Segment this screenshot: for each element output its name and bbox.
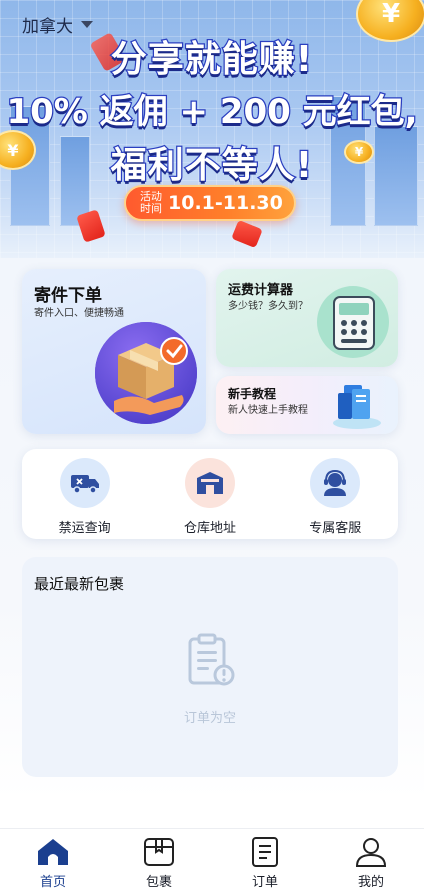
tab-label: 包裹	[145, 875, 172, 890]
tab-label: 我的	[357, 875, 384, 890]
books-icon	[333, 385, 381, 429]
tab-label: 首页	[39, 875, 66, 890]
ship-card-subtitle: 寄件入口、便捷畅通	[34, 308, 124, 319]
home-icon	[38, 839, 68, 865]
qa-icon-wrap	[59, 458, 110, 508]
qa-icon-wrap	[310, 458, 361, 508]
embargo-query-button[interactable]: 禁运查询	[30, 458, 140, 536]
qa-label: 仓库地址	[183, 521, 236, 536]
bottom-tab-bar: 首页 包裹 订单 我的	[0, 828, 424, 892]
calculator-icon	[317, 286, 389, 358]
user-icon	[355, 838, 387, 867]
banner-headline-3: 福利不等人!	[110, 144, 314, 188]
activity-dates: 10.1-11.30	[168, 192, 283, 214]
ship-order-card[interactable]: 寄件下单 寄件入口、便捷畅通	[22, 269, 206, 434]
qa-icon-wrap	[184, 458, 235, 508]
quick-actions-panel: 禁运查询 仓库地址 专属客服	[22, 449, 398, 539]
qa-label: 禁运查询	[58, 521, 111, 536]
warehouse-icon	[196, 472, 223, 494]
tab-label: 订单	[251, 875, 278, 890]
activity-label: 时间	[140, 202, 162, 215]
customer-service-button[interactable]: 专属客服	[280, 458, 390, 536]
fee-card-title: 运费计算器	[228, 283, 294, 298]
tab-home[interactable]: 首页	[13, 829, 93, 892]
caret-down-icon	[81, 21, 93, 28]
warehouse-address-button[interactable]: 仓库地址	[155, 458, 265, 536]
promo-banner[interactable]: ¥ ¥ ¥ 加拿大 分享就能赚! 10% 返佣 + 200 元红包, 福利不等人…	[0, 0, 424, 258]
qa-label: 专属客服	[309, 521, 362, 536]
fee-card-subtitle: 多少钱？多久到？	[228, 301, 308, 312]
banner-headline-1: 分享就能赚!	[110, 38, 314, 82]
guide-card-subtitle: 新人快速上手教程	[228, 405, 308, 416]
tab-orders[interactable]: 订单	[225, 829, 305, 892]
banner-headline-2: 10% 返佣 + 200 元红包,	[5, 91, 419, 134]
freight-calculator-card[interactable]: 运费计算器 多少钱？多久到？	[216, 269, 398, 367]
beginner-guide-card[interactable]: 新手教程 新人快速上手教程	[216, 376, 398, 434]
order-icon	[252, 837, 278, 867]
ship-card-title: 寄件下单	[34, 286, 102, 306]
activity-badge: 活动 时间 10.1-11.30	[124, 185, 296, 221]
tab-packages[interactable]: 包裹	[119, 829, 199, 892]
recent-packages-title: 最近最新包裹	[34, 575, 125, 593]
package-illustration-icon	[95, 322, 197, 424]
package-icon	[144, 838, 174, 866]
headset-icon	[324, 469, 347, 496]
recent-packages-panel: 最近最新包裹 订单为空	[22, 557, 398, 777]
empty-state-text: 订单为空	[183, 711, 236, 726]
guide-card-title: 新手教程	[228, 387, 277, 401]
empty-clipboard-icon	[188, 633, 235, 686]
tab-profile[interactable]: 我的	[331, 829, 411, 892]
truck-icon	[70, 475, 99, 494]
